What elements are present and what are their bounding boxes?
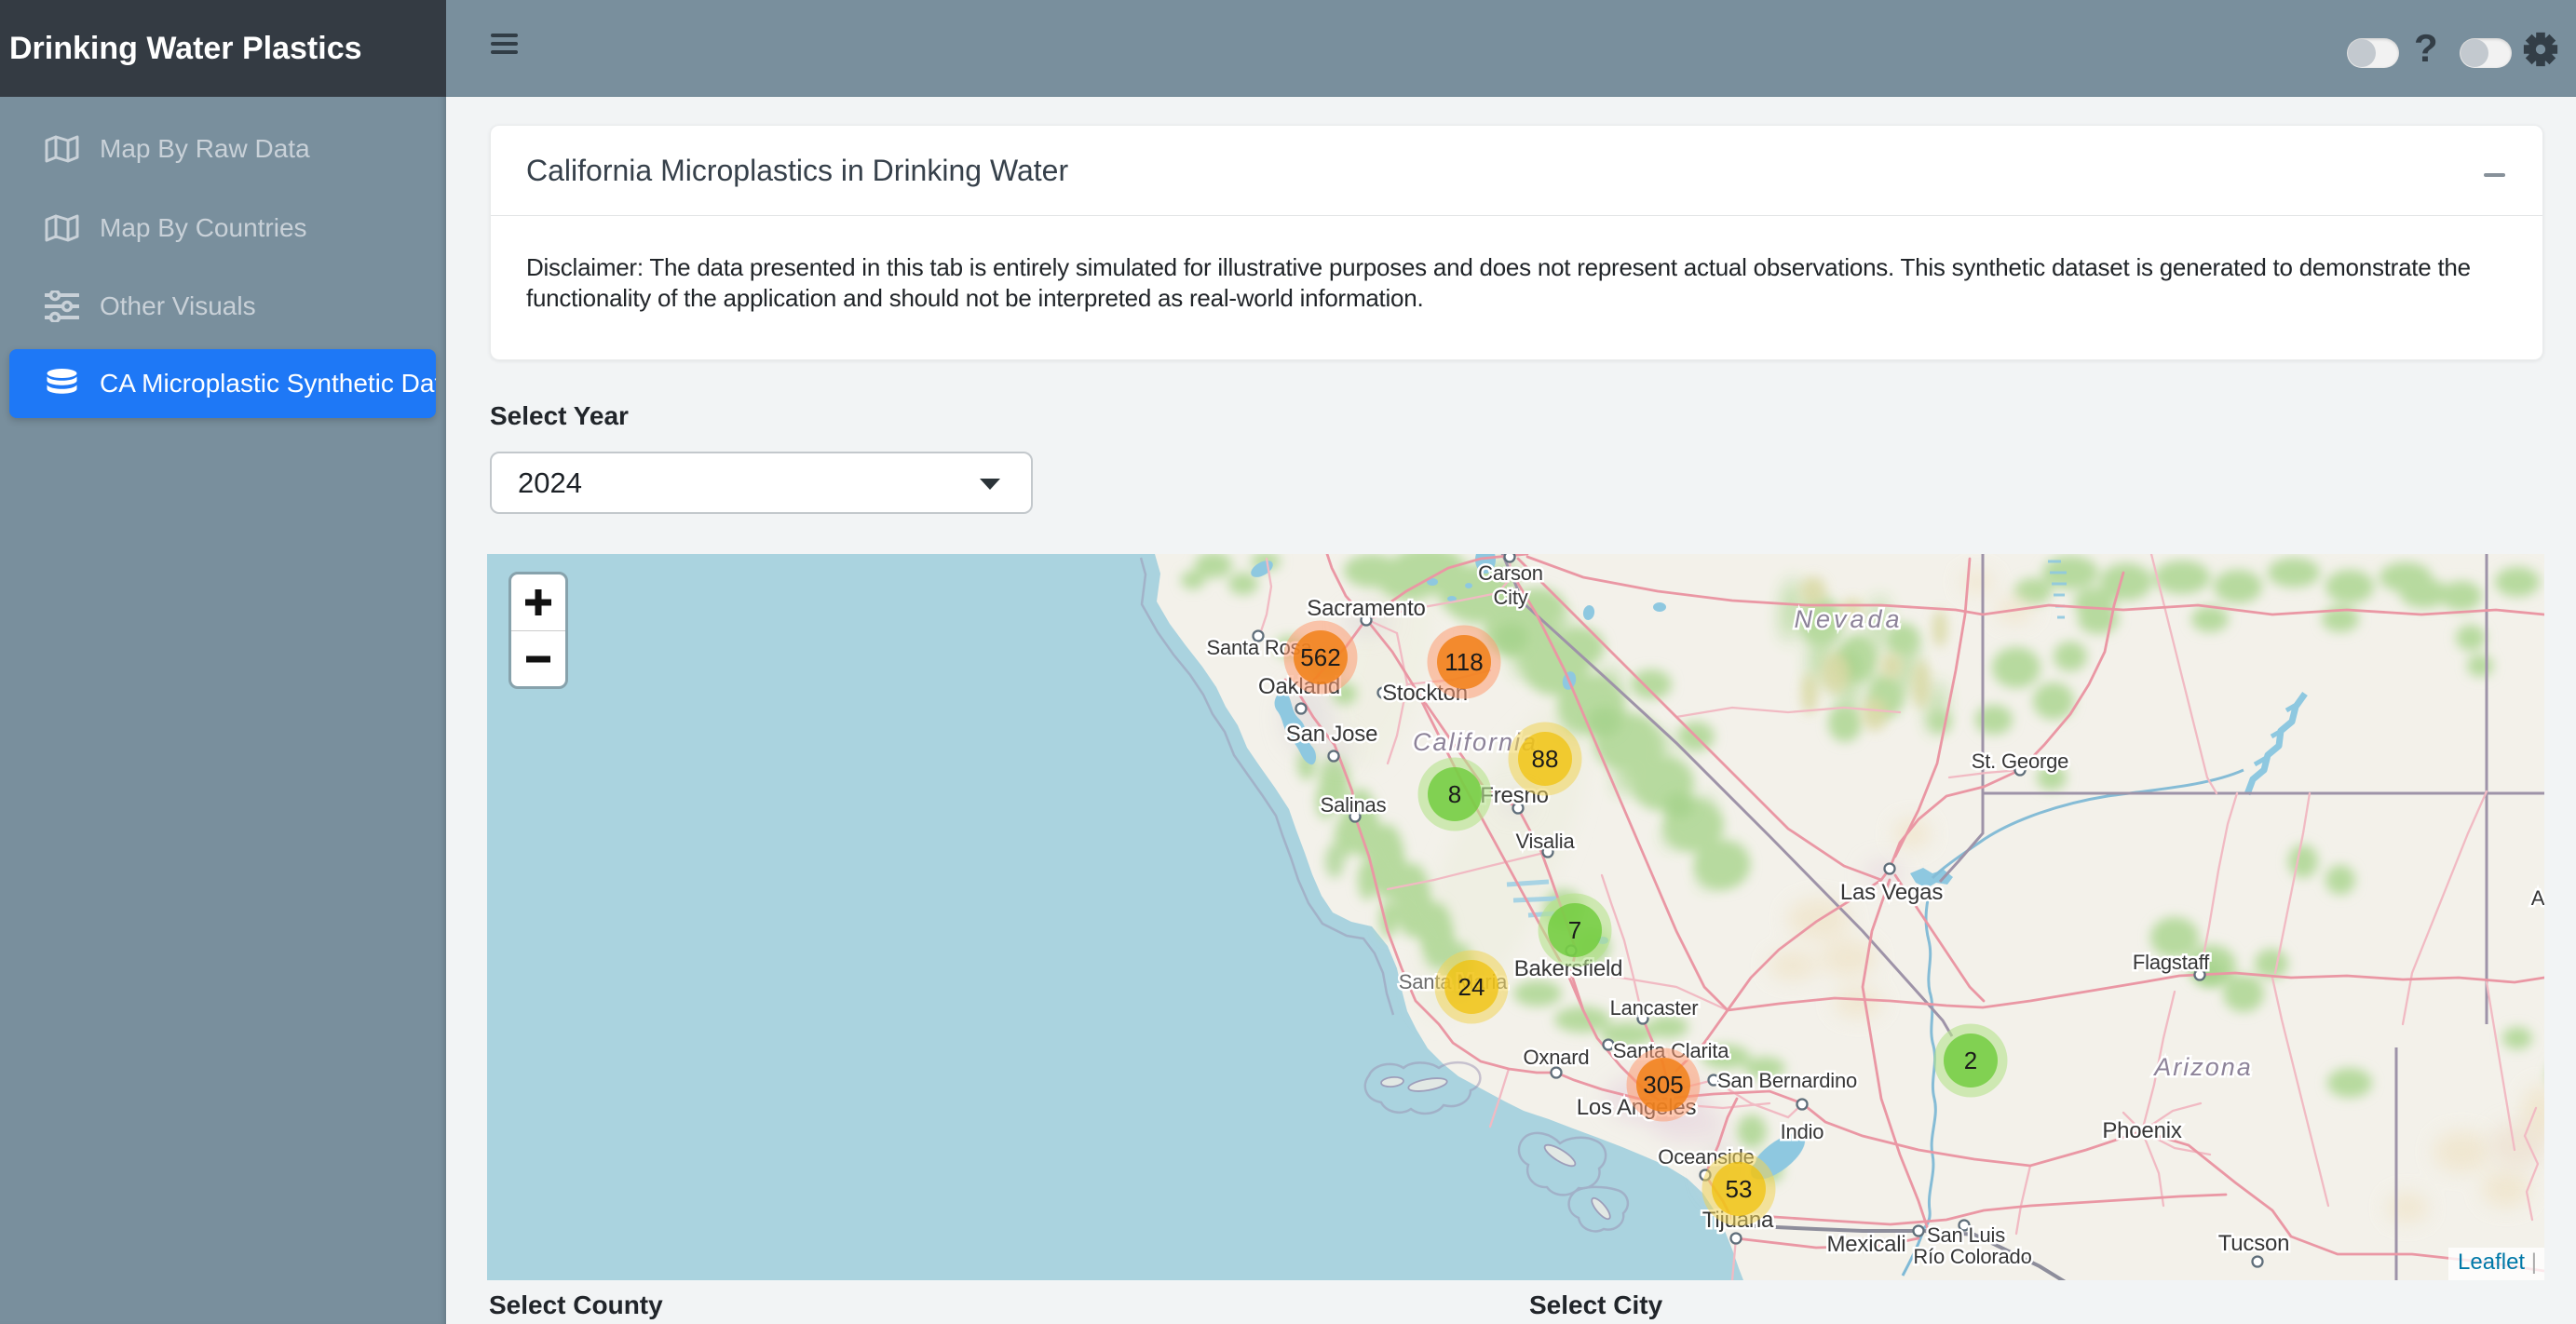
svg-text:8: 8 — [1448, 780, 1461, 808]
svg-text:San Bernardino: San Bernardino — [1717, 1069, 1857, 1092]
svg-text:24: 24 — [1458, 973, 1485, 1001]
svg-text:Las Vegas: Las Vegas — [1840, 880, 1943, 905]
svg-text:7: 7 — [1568, 916, 1581, 944]
svg-text:305: 305 — [1643, 1071, 1683, 1099]
svg-text:Salinas: Salinas — [1321, 793, 1387, 817]
svg-text:Tucson: Tucson — [2218, 1231, 2290, 1256]
svg-text:562: 562 — [1300, 643, 1340, 671]
svg-text:Indio: Indio — [1781, 1120, 1824, 1143]
svg-text:Flagstaff: Flagstaff — [2133, 951, 2210, 974]
svg-text:Phoenix: Phoenix — [2102, 1118, 2182, 1143]
svg-text:Oxnard: Oxnard — [1524, 1046, 1590, 1069]
svg-text:St. George: St. George — [1972, 750, 2068, 773]
svg-text:San Jose: San Jose — [1286, 722, 1377, 747]
svg-text:118: 118 — [1444, 648, 1483, 676]
svg-text:City: City — [1493, 586, 1527, 609]
svg-text:Sacramento: Sacramento — [1307, 596, 1425, 621]
svg-text:53: 53 — [1726, 1175, 1753, 1203]
svg-text:San Luis: San Luis — [1927, 1223, 2005, 1247]
svg-text:Visalia: Visalia — [1515, 830, 1575, 853]
svg-text:88: 88 — [1532, 745, 1559, 773]
svg-text:2: 2 — [1964, 1047, 1977, 1074]
svg-text:Mexicali: Mexicali — [1826, 1232, 1905, 1257]
svg-text:Río Colorado: Río Colorado — [1913, 1245, 2031, 1268]
svg-text:Carson: Carson — [1478, 561, 1543, 585]
svg-text:Lancaster: Lancaster — [1610, 996, 1699, 1020]
svg-text:A: A — [2531, 886, 2544, 910]
svg-text:Nevada: Nevada — [1794, 605, 1903, 633]
svg-text:Arizona: Arizona — [2152, 1053, 2253, 1081]
